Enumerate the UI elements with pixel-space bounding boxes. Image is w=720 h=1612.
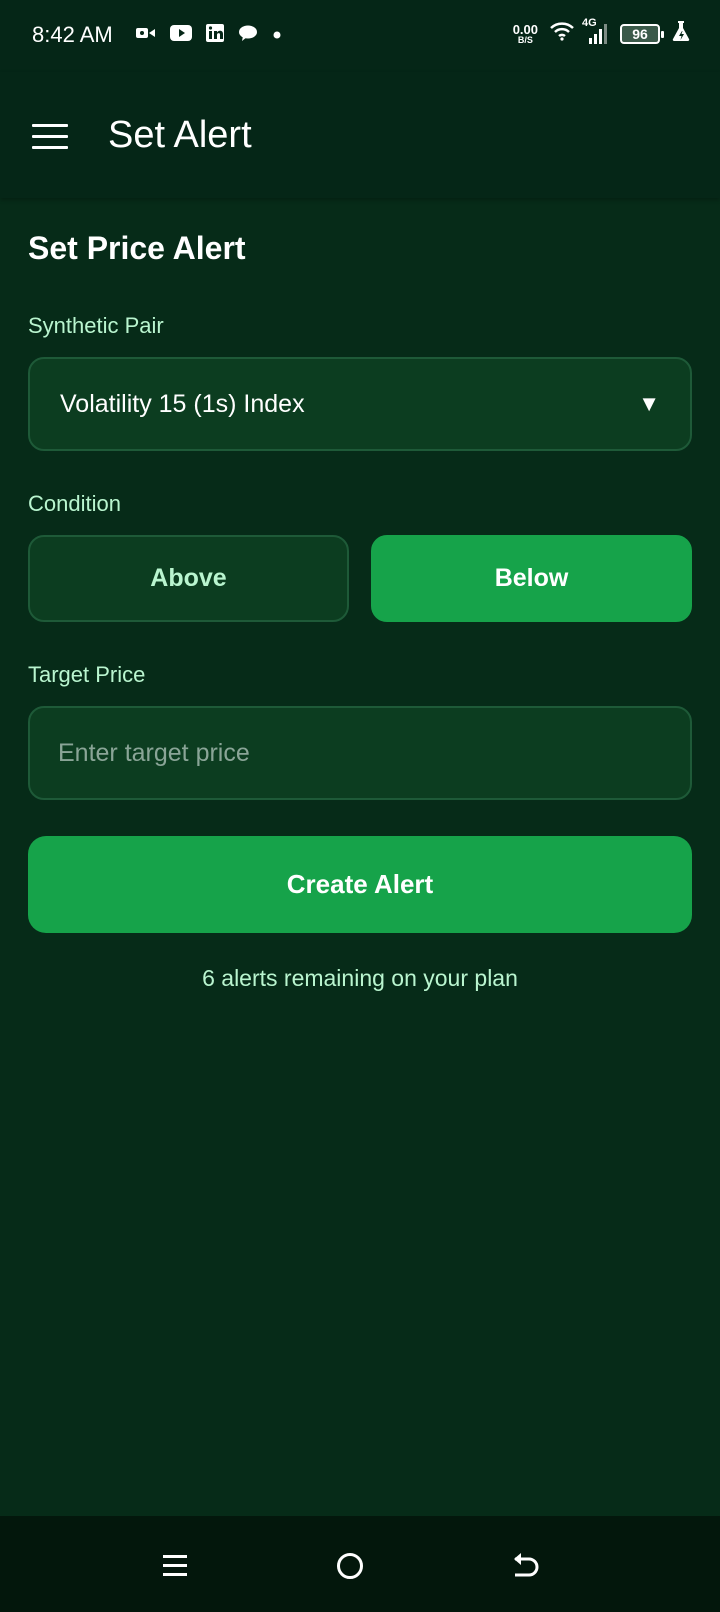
condition-toggle: Above Below: [28, 535, 692, 622]
caret-down-icon: ▼: [638, 391, 660, 416]
flask-icon: [672, 20, 690, 47]
system-nav-bar: [0, 1516, 720, 1612]
battery-icon: 96: [620, 23, 664, 44]
notification-icons: [136, 24, 282, 47]
pair-label: Synthetic Pair: [28, 313, 164, 338]
battery-level: 96: [632, 25, 648, 42]
net-speed-unit: B/S: [517, 34, 533, 45]
home-icon[interactable]: [330, 1546, 370, 1586]
condition-above-button[interactable]: Above: [28, 535, 349, 622]
condition-label: Condition: [28, 491, 121, 516]
notification-dot-icon: [272, 27, 282, 45]
network-type: 4G: [582, 16, 597, 29]
target-price-label: Target Price: [28, 662, 146, 687]
youtube-icon: [170, 25, 192, 46]
alert-form: Set Price Alert Synthetic Pair Volatilit…: [28, 198, 692, 992]
system-icons: 0.00 B/S 4G 96: [513, 17, 690, 47]
signal-icon: 4G: [582, 17, 608, 45]
hamburger-menu-icon[interactable]: [32, 124, 68, 150]
linkedin-icon: [206, 24, 224, 47]
section-title: Set Price Alert: [28, 230, 246, 266]
app-bar: Set Alert: [0, 72, 720, 198]
video-camera-icon: [136, 25, 156, 46]
net-speed: 0.00 B/S: [513, 23, 538, 45]
pair-select[interactable]: Volatility 15 (1s) Index ▼: [28, 357, 692, 451]
alerts-remaining-text: 6 alerts remaining on your plan: [202, 965, 518, 991]
back-icon[interactable]: [506, 1546, 546, 1586]
page-title: Set Alert: [108, 114, 252, 156]
wifi-icon: [550, 21, 574, 46]
recent-apps-icon[interactable]: [155, 1546, 195, 1586]
status-bar: 8:42 AM 0.00 B/S 4G 96: [0, 0, 720, 72]
create-alert-button[interactable]: Create Alert: [28, 836, 692, 933]
pair-select-value: Volatility 15 (1s) Index: [60, 389, 305, 418]
target-price-input[interactable]: [28, 706, 692, 800]
chat-icon: [238, 24, 258, 47]
net-speed-value: 0.00: [512, 21, 538, 37]
condition-below-button[interactable]: Below: [371, 535, 692, 622]
status-time: 8:42 AM: [32, 22, 113, 47]
